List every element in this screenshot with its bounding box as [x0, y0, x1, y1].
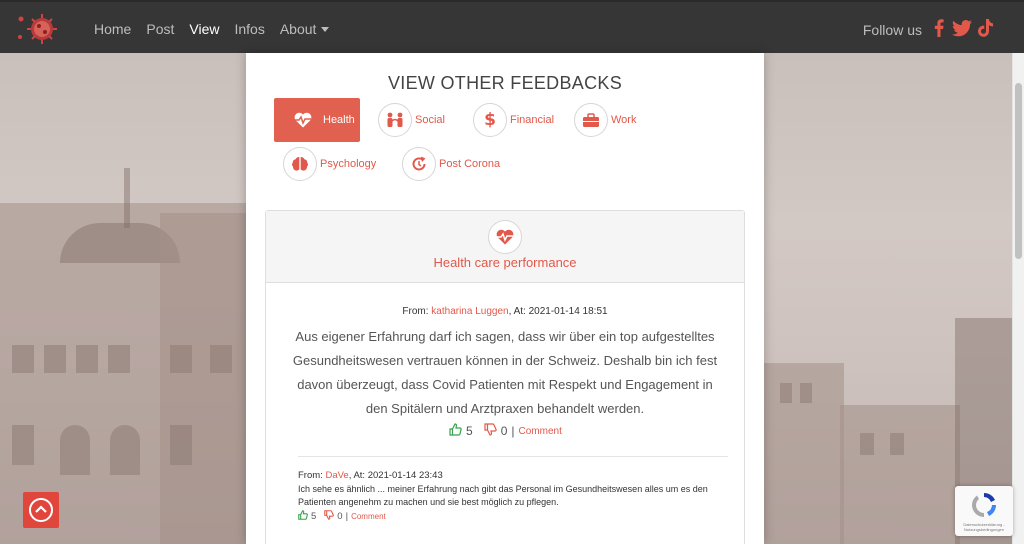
category-financial[interactable]: $ Financial	[473, 98, 554, 142]
reply-author-link[interactable]: DaVe	[325, 470, 348, 481]
thumbs-down-icon[interactable]	[324, 510, 335, 523]
navbar: Home Post View Infos About Follow us	[0, 0, 1024, 53]
facebook-icon[interactable]	[933, 17, 945, 39]
category-label: Work	[611, 114, 637, 126]
feedback-panel: VIEW OTHER FEEDBACKS Health Social $ Fin…	[246, 53, 764, 544]
twitter-icon[interactable]	[951, 17, 973, 39]
refresh-icon	[402, 147, 436, 181]
like-count: 5	[311, 511, 317, 522]
category-work[interactable]: Work	[574, 98, 636, 142]
chevron-up-circle-icon	[29, 498, 53, 522]
follow-us-label: Follow us	[862, 22, 922, 38]
feedback-votes: 5 0 | Comment	[449, 423, 562, 439]
feedback-text: Aus eigener Erfahrung darf ich sagen, da…	[292, 329, 718, 416]
feedback-meta: From: katharina Luggen, At: 2021-01-14 1…	[266, 306, 744, 317]
category-label: Psychology	[320, 158, 377, 170]
from-label: From:	[402, 306, 429, 317]
comment-link[interactable]: Comment	[351, 512, 386, 521]
reply-date: 2021-01-14 23:43	[367, 470, 443, 481]
thumbs-down-icon[interactable]	[484, 423, 497, 439]
category-label: Post Corona	[439, 158, 501, 170]
dislike-count: 0	[337, 511, 343, 522]
author-link[interactable]: katharina Luggen	[431, 306, 508, 317]
virus-logo-icon[interactable]	[16, 11, 62, 47]
briefcase-icon	[574, 103, 608, 137]
separator: |	[345, 511, 349, 522]
category-label: Financial	[510, 114, 555, 126]
from-label: From:	[298, 470, 323, 481]
comment-link[interactable]: Comment	[519, 426, 562, 437]
heartbeat-icon	[286, 103, 320, 137]
brain-icon	[283, 147, 317, 181]
card-title: Health care performance	[433, 255, 577, 270]
feedback-date: 2021-01-14 18:51	[528, 306, 608, 317]
like-count: 5	[466, 424, 473, 438]
nav-post[interactable]: Post	[146, 21, 174, 37]
back-to-top-button[interactable]	[23, 492, 59, 528]
feedback-card: Health care performance From: katharina …	[265, 210, 745, 544]
at-label: , At:	[508, 306, 526, 317]
category-health[interactable]: Health	[274, 98, 360, 142]
recaptcha-badge[interactable]: Datenschutzerklärung - Nutzungsbedingung…	[955, 486, 1013, 536]
category-label: Health	[323, 114, 355, 126]
category-post-corona[interactable]: Post Corona	[402, 142, 500, 186]
reply-text: Ich sehe es ähnlich ... meiner Erfahrung…	[298, 484, 708, 507]
nav-about-dropdown[interactable]: About	[280, 21, 330, 37]
dollar-icon: $	[473, 103, 507, 137]
category-social[interactable]: Social	[378, 98, 445, 142]
page-scrollbar[interactable]	[1012, 53, 1024, 544]
people-icon	[378, 103, 412, 137]
tiktok-icon[interactable]	[977, 17, 993, 39]
divider	[298, 456, 728, 457]
nav-about-label: About	[279, 20, 317, 37]
at-label: , At:	[348, 470, 366, 481]
dislike-count: 0	[500, 424, 508, 438]
thumbs-up-icon[interactable]	[298, 510, 308, 523]
nav-home[interactable]: Home	[94, 21, 131, 37]
nav-view[interactable]: View	[189, 21, 219, 37]
scrollbar-thumb[interactable]	[1015, 83, 1022, 259]
reply-meta: From: DaVe, At: 2021-01-14 23:43	[298, 470, 443, 481]
reply-votes: 5 0 | Comment	[298, 510, 386, 523]
caret-down-icon	[321, 27, 330, 33]
separator: |	[511, 424, 515, 438]
heartbeat-icon	[488, 220, 522, 254]
category-label: Social	[415, 114, 445, 126]
recaptcha-text: Datenschutzerklärung - Nutzungsbedingung…	[963, 522, 1005, 532]
card-header: Health care performance	[266, 211, 744, 283]
category-psychology[interactable]: Psychology	[283, 142, 376, 186]
page-title: VIEW OTHER FEEDBACKS	[387, 73, 623, 93]
thumbs-up-icon[interactable]	[449, 423, 462, 439]
nav-infos[interactable]: Infos	[234, 21, 264, 37]
recaptcha-icon	[972, 492, 997, 517]
